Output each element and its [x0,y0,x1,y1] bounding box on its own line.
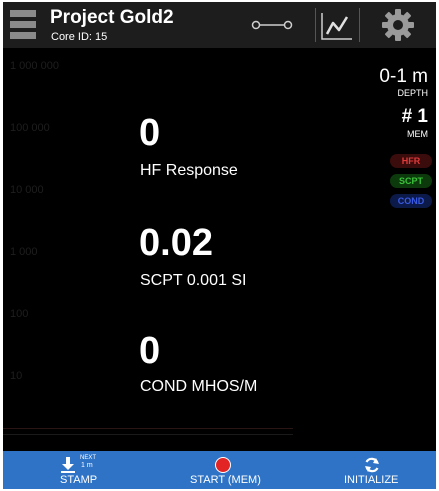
record-icon [215,457,231,473]
gear-icon[interactable] [381,8,415,42]
log-plot-area: 1 000 000 100 000 10 000 1 000 100 10 0 … [3,48,436,451]
depth-label: DEPTH [397,88,428,98]
download-icon [61,457,75,473]
scale-label: 10 [10,370,23,382]
start-mem-button[interactable]: START (MEM) [173,451,273,489]
scale-label: 1 000 000 [10,60,59,72]
connection-icon [251,20,293,30]
mem-label: MEM [407,129,428,139]
cond-value: 0 [139,330,161,372]
cond-toggle[interactable]: COND [390,194,432,208]
header-divider [315,8,316,42]
start-label: START (MEM) [190,474,261,486]
stamp-label: STAMP [60,474,98,486]
chart-icon[interactable] [321,12,353,40]
trace-line [3,434,293,435]
initialize-label: INITIALIZE [344,474,399,486]
hf-response-value: 0 [139,112,161,154]
scale-label: 10 000 [10,184,44,196]
header-bar: Project Gold2 Core ID: 15 [3,2,436,48]
stamp-next-value: 1 m [81,462,93,469]
hf-response-label: HF Response [140,162,238,179]
initialize-button[interactable]: INITIALIZE [333,451,413,489]
scpt-toggle[interactable]: SCPT [390,174,432,188]
header-divider [359,8,360,42]
scale-label: 100 000 [10,122,50,134]
scpt-value: 0.02 [139,222,213,264]
trace-line [3,428,293,429]
stamp-next-label: NEXT [80,455,97,461]
scpt-label: SCPT 0.001 SI [140,272,247,289]
hfr-toggle[interactable]: HFR [390,154,432,168]
scale-label: 1 000 [10,246,38,258]
project-title: Project Gold2 [50,7,174,28]
bottom-action-bar: NEXT 1 m STAMP START (MEM) INITIALIZE [3,451,436,489]
app-frame: Project Gold2 Core ID: 15 1 000 000 100 … [3,2,436,489]
mem-value: # 1 [401,106,428,127]
depth-value: 0-1 m [379,66,428,87]
core-id: Core ID: 15 [51,31,108,43]
cond-label: COND MHOS/M [140,378,258,395]
refresh-icon [365,457,379,473]
menu-icon[interactable] [10,9,36,41]
stamp-button[interactable]: NEXT 1 m STAMP [43,451,123,489]
scale-label: 100 [10,308,29,320]
